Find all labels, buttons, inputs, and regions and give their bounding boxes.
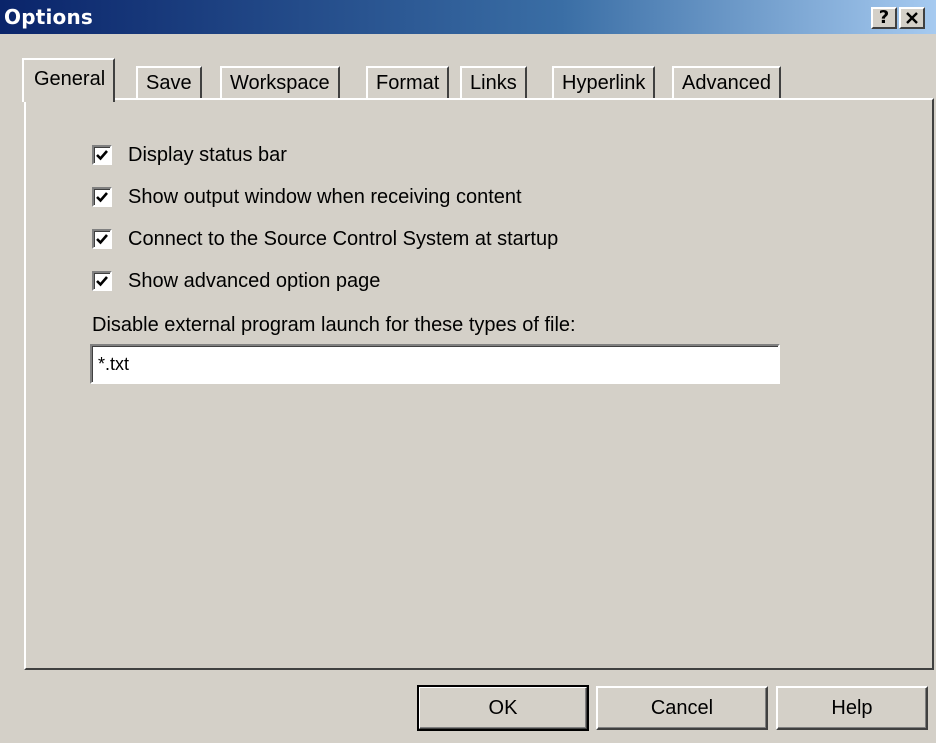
checkmark-icon [96, 150, 108, 161]
tab-save[interactable]: Save [136, 66, 202, 100]
window-title: Options [4, 5, 94, 29]
show-advanced-page-checkbox[interactable] [92, 271, 112, 291]
display-status-bar-label: Display status bar [128, 143, 287, 166]
show-output-window-label: Show output window when receiving conten… [128, 185, 522, 208]
title-bar[interactable]: Options ? [0, 0, 936, 34]
tab-links[interactable]: Links [460, 66, 527, 100]
ok-button[interactable]: OK [417, 685, 589, 731]
disable-launch-file-types-input[interactable] [90, 344, 780, 384]
tab-workspace[interactable]: Workspace [220, 66, 340, 100]
display-status-bar-option[interactable]: Display status bar [92, 142, 287, 168]
tab-hyperlink[interactable]: Hyperlink [552, 66, 656, 100]
tab-advanced[interactable]: Advanced [672, 66, 781, 100]
show-output-window-option[interactable]: Show output window when receiving conten… [92, 184, 522, 210]
help-button[interactable]: Help [776, 686, 928, 730]
tab-format[interactable]: Format [366, 66, 450, 100]
close-icon [906, 12, 918, 24]
checkmark-icon [96, 192, 108, 203]
help-icon-button[interactable]: ? [871, 7, 897, 29]
checkmark-icon [96, 234, 108, 245]
display-status-bar-checkbox[interactable] [92, 145, 112, 165]
close-icon-button[interactable] [899, 7, 925, 29]
tab-strip: General Save Workspace Format Links Hype… [22, 58, 822, 102]
show-advanced-page-label: Show advanced option page [128, 269, 381, 292]
checkmark-icon [96, 276, 108, 287]
connect-source-control-option[interactable]: Connect to the Source Control System at … [92, 226, 558, 252]
connect-source-control-label: Connect to the Source Control System at … [128, 227, 559, 250]
general-tab-panel: Display status bar Show output window wh… [24, 98, 934, 670]
tab-general[interactable]: General [22, 58, 116, 102]
cancel-button[interactable]: Cancel [596, 686, 768, 730]
disable-launch-label: Disable external program launch for thes… [92, 314, 576, 336]
show-advanced-page-option[interactable]: Show advanced option page [92, 268, 380, 294]
show-output-window-checkbox[interactable] [92, 187, 112, 207]
connect-source-control-checkbox[interactable] [92, 229, 112, 249]
